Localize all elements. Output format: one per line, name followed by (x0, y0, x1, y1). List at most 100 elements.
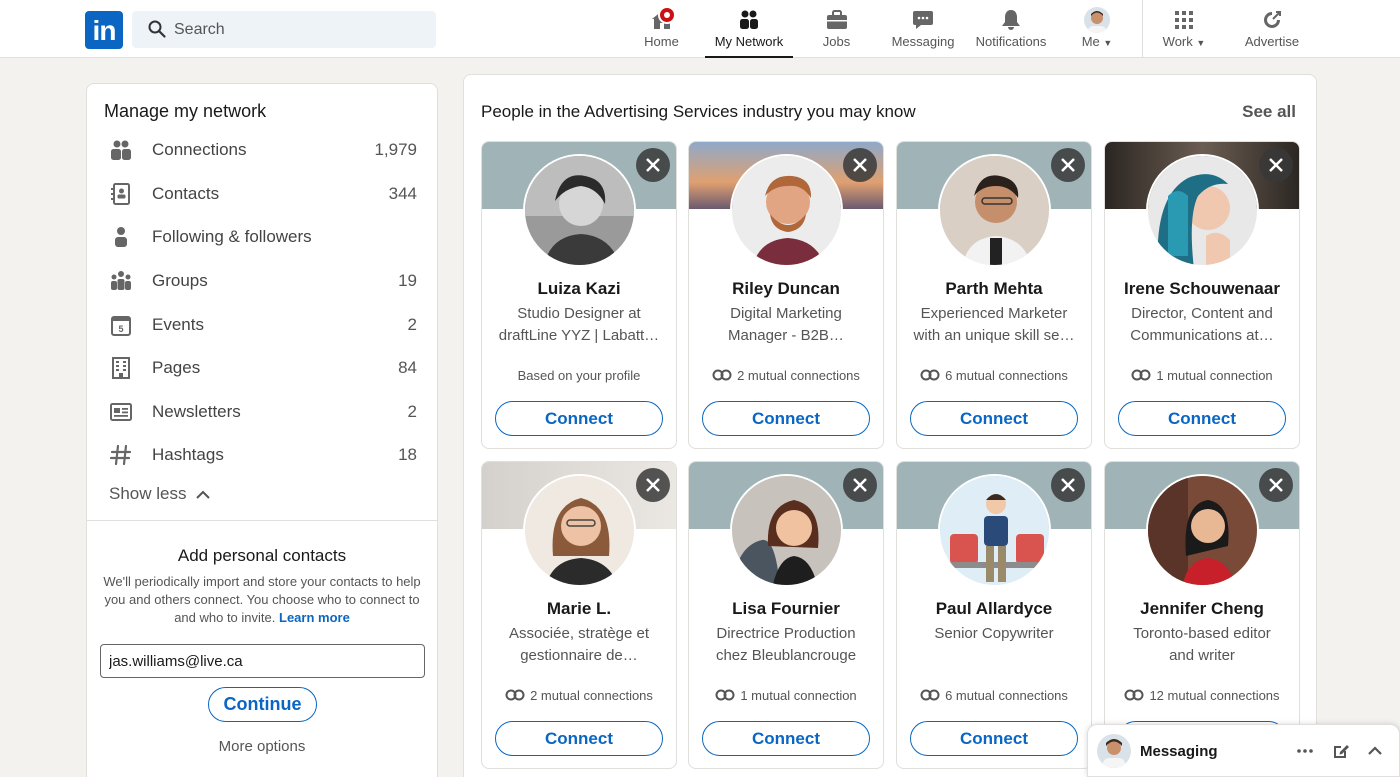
person-name[interactable]: Irene Schouwenaar (1109, 279, 1295, 299)
person-headline: Toronto-based editor and writer (1133, 625, 1271, 664)
compose-icon[interactable] (1332, 742, 1350, 760)
sidebar-item-events[interactable]: 5 Events 2 (87, 305, 439, 345)
person-name[interactable]: Jennifer Cheng (1109, 599, 1295, 619)
sidebar-item-label: Connections (152, 140, 247, 159)
sidebar-item-label: Hashtags (152, 445, 224, 464)
profile-photo[interactable] (730, 474, 843, 587)
person-headline: Experienced Marketer with an unique skil… (913, 305, 1075, 344)
person-icon (115, 227, 127, 247)
connect-button[interactable]: Connect (910, 401, 1078, 436)
sidebar-item-count: 2 (407, 315, 417, 334)
person-card[interactable]: Lisa Fournier Directrice Production chez… (688, 461, 884, 769)
dismiss-button[interactable] (1051, 148, 1085, 182)
dismiss-button[interactable] (1259, 468, 1293, 502)
sidebar-item-connections[interactable]: Connections 1,979 (87, 130, 439, 170)
sidebar-item-following[interactable]: Following & followers (87, 217, 439, 257)
profile-photo[interactable] (523, 474, 636, 587)
close-icon (1061, 478, 1075, 492)
profile-photo[interactable] (730, 154, 843, 267)
search-icon (148, 20, 166, 38)
person-card[interactable]: Marie L. Associée, stratège et gestionna… (481, 461, 677, 769)
profile-photo[interactable] (938, 474, 1051, 587)
dismiss-button[interactable] (1051, 468, 1085, 502)
nav-me[interactable]: Me ▼ (1074, 0, 1120, 58)
nav-notifications[interactable]: Notifications (970, 0, 1052, 58)
nav-advertise[interactable]: Advertise (1240, 0, 1304, 58)
mutual-connections-icon (505, 689, 525, 701)
sidebar-item-label: Events (152, 315, 204, 334)
person-card[interactable]: Riley Duncan Digital Marketing Manager -… (688, 141, 884, 449)
learn-more-link[interactable]: Learn more (279, 610, 350, 625)
sidebar-item-count: 344 (388, 184, 417, 203)
profile-photo[interactable] (1146, 154, 1259, 267)
dismiss-button[interactable] (636, 148, 670, 182)
connect-button[interactable]: Connect (495, 401, 663, 436)
sidebar-item-label: Pages (152, 358, 201, 377)
people-icon (111, 140, 131, 160)
person-name[interactable]: Marie L. (486, 599, 672, 619)
person-name[interactable]: Paul Allardyce (901, 599, 1087, 619)
profile-photo[interactable] (523, 154, 636, 267)
profile-photo[interactable] (1146, 474, 1259, 587)
dismiss-button[interactable] (843, 148, 877, 182)
nav-messaging[interactable]: Messaging (888, 0, 958, 58)
person-headline: Directrice Production chez Bleublancroug… (715, 625, 857, 664)
chevron-up-icon[interactable] (1366, 742, 1384, 760)
messaging-overlay[interactable]: Messaging (1087, 724, 1400, 777)
see-all-link[interactable]: See all (1242, 102, 1296, 122)
show-less-button[interactable]: Show less (109, 484, 211, 504)
sidebar-item-newsletters[interactable]: Newsletters 2 (87, 392, 439, 432)
sidebar-item-hashtags[interactable]: Hashtags 18 (87, 435, 439, 475)
person-card[interactable]: Paul Allardyce Senior Copywriter 6 mutua… (896, 461, 1092, 769)
dismiss-button[interactable] (843, 468, 877, 502)
dismiss-button[interactable] (636, 468, 670, 502)
chevron-up-icon (196, 490, 211, 499)
more-options-icon[interactable] (1296, 742, 1314, 760)
person-card[interactable]: Jennifer Cheng Toronto-based editor and … (1104, 461, 1300, 769)
close-icon (646, 158, 660, 172)
close-icon (1269, 158, 1283, 172)
nav-my-network-label: My Network (714, 34, 784, 49)
person-meta: 6 mutual connections (897, 368, 1091, 383)
person-headline: Director, Content and Communications at… (1130, 305, 1274, 344)
person-name[interactable]: Luiza Kazi (486, 279, 672, 299)
sidebar-item-groups[interactable]: Groups 19 (87, 261, 439, 301)
search-bar[interactable] (132, 11, 436, 48)
person-headline: Associée, stratège et gestionnaire de… (508, 625, 650, 664)
manage-network-card: Manage my network Connections 1,979 Cont… (86, 83, 438, 777)
dismiss-button[interactable] (1259, 148, 1293, 182)
connect-button[interactable]: Connect (1118, 401, 1286, 436)
person-meta: 2 mutual connections (689, 368, 883, 383)
person-name[interactable]: Riley Duncan (693, 279, 879, 299)
sidebar-item-contacts[interactable]: Contacts 344 (87, 174, 439, 214)
nav-home[interactable]: Home (638, 0, 685, 58)
calendar-icon: 5 (111, 316, 131, 336)
person-headline: Digital Marketing Manager - B2B… (728, 305, 844, 344)
person-name[interactable]: Parth Mehta (901, 279, 1087, 299)
linkedin-logo[interactable]: in (85, 11, 123, 49)
connect-button[interactable]: Connect (910, 721, 1078, 756)
mutual-connections-icon (1131, 369, 1151, 381)
nav-work[interactable]: Work ▼ (1158, 0, 1210, 58)
connect-button[interactable]: Connect (702, 401, 870, 436)
newsletter-icon (110, 403, 132, 421)
person-card[interactable]: Parth Mehta Experienced Marketer with an… (896, 141, 1092, 449)
connect-button[interactable]: Connect (702, 721, 870, 756)
profile-photo[interactable] (938, 154, 1051, 267)
sidebar-item-label: Contacts (152, 184, 220, 203)
messaging-label: Messaging (1140, 743, 1218, 760)
nav-my-network[interactable]: My Network (705, 0, 793, 58)
person-card[interactable]: Luiza Kazi Studio Designer at draftLine … (481, 141, 677, 449)
nav-jobs[interactable]: Jobs (814, 0, 859, 58)
more-options-link[interactable]: More options (87, 738, 437, 755)
caret-down-icon: ▼ (1196, 38, 1206, 48)
person-meta: 12 mutual connections (1105, 688, 1299, 703)
connect-button[interactable]: Connect (495, 721, 663, 756)
person-name[interactable]: Lisa Fournier (693, 599, 879, 619)
email-field[interactable] (100, 644, 425, 678)
grid-icon (1175, 11, 1193, 29)
search-input[interactable] (174, 11, 424, 48)
sidebar-item-pages[interactable]: Pages 84 (87, 348, 439, 388)
continue-button[interactable]: Continue (208, 687, 317, 722)
person-card[interactable]: Irene Schouwenaar Director, Content and … (1104, 141, 1300, 449)
